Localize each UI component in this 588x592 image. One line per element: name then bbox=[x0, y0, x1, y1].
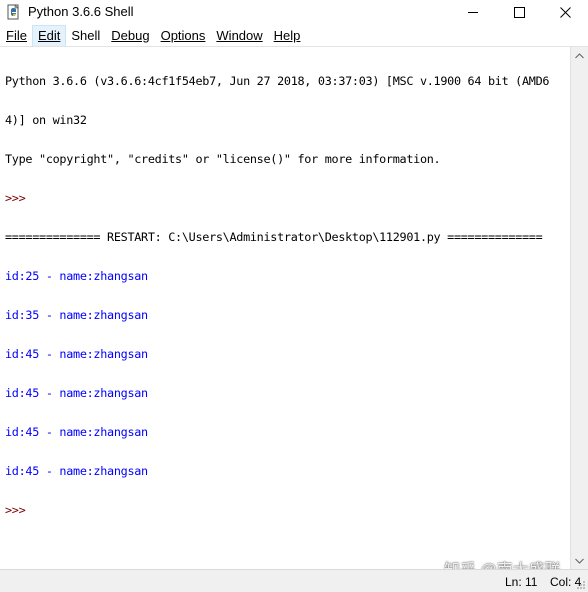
shell-output: Python 3.6.6 (v3.6.6:4cf1f54eb7, Jun 27 … bbox=[5, 49, 549, 543]
close-button[interactable] bbox=[542, 0, 588, 25]
menu-window[interactable]: Window bbox=[211, 26, 267, 46]
menu-window-label: Window bbox=[216, 27, 263, 43]
close-icon bbox=[559, 7, 571, 18]
menu-shell-label: Shell bbox=[71, 27, 101, 43]
shell-line: 4)] on win32 bbox=[5, 113, 87, 127]
window-title: Python 3.6.6 Shell bbox=[28, 4, 134, 19]
shell-prompt-current[interactable]: >>> bbox=[5, 504, 549, 517]
shell-prompt: >>> bbox=[5, 191, 33, 205]
vertical-scrollbar[interactable] bbox=[570, 47, 588, 569]
maximize-icon bbox=[513, 7, 525, 18]
menu-edit[interactable]: Edit bbox=[31, 24, 67, 47]
title-bar[interactable]: Python 3.6.6 Shell bbox=[0, 0, 588, 25]
output-line: id:45 - name:zhangsan bbox=[5, 464, 148, 478]
resize-grip-icon[interactable] bbox=[576, 580, 586, 590]
shell-line: Python 3.6.6 (v3.6.6:4cf1f54eb7, Jun 27 … bbox=[5, 74, 550, 88]
menu-edit-label: Edit bbox=[37, 27, 61, 43]
scroll-up-button[interactable] bbox=[571, 47, 588, 64]
minimize-icon bbox=[467, 12, 478, 13]
menu-file-label: File bbox=[6, 27, 27, 43]
restart-banner: ============== RESTART: C:\Users\Adminis… bbox=[5, 230, 543, 244]
output-line: id:25 - name:zhangsan bbox=[5, 269, 148, 283]
minimize-button[interactable] bbox=[450, 0, 496, 25]
shell-line: Type "copyright", "credits" or "license(… bbox=[5, 152, 441, 166]
menu-help-label: Help bbox=[273, 27, 301, 43]
menu-file[interactable]: File bbox=[1, 26, 32, 46]
status-line-number: Ln: 11 bbox=[505, 575, 538, 589]
menu-debug[interactable]: Debug bbox=[106, 26, 154, 46]
output-line: id:35 - name:zhangsan bbox=[5, 308, 148, 322]
idle-shell-window: Python 3.6.6 Shell File Edit Shell Debug… bbox=[0, 0, 588, 592]
status-bar: Ln: 11 Col: 4 bbox=[0, 569, 588, 592]
menu-shell[interactable]: Shell bbox=[66, 26, 105, 46]
shell-text-area[interactable]: Python 3.6.6 (v3.6.6:4cf1f54eb7, Jun 27 … bbox=[0, 47, 570, 569]
python-idle-icon bbox=[7, 4, 19, 20]
output-line: id:45 - name:zhangsan bbox=[5, 386, 148, 400]
chevron-up-icon bbox=[575, 52, 584, 58]
output-line: id:45 - name:zhangsan bbox=[5, 425, 148, 439]
menu-debug-label: Debug bbox=[111, 27, 150, 43]
chevron-down-icon bbox=[575, 558, 584, 564]
menu-options-label: Options bbox=[160, 27, 206, 43]
output-line: id:45 - name:zhangsan bbox=[5, 347, 148, 361]
menu-bar: File Edit Shell Debug Options Window Hel… bbox=[0, 24, 588, 47]
menu-help[interactable]: Help bbox=[269, 26, 306, 46]
menu-options[interactable]: Options bbox=[156, 26, 211, 46]
scroll-down-button[interactable] bbox=[571, 552, 588, 569]
maximize-button[interactable] bbox=[496, 0, 542, 25]
